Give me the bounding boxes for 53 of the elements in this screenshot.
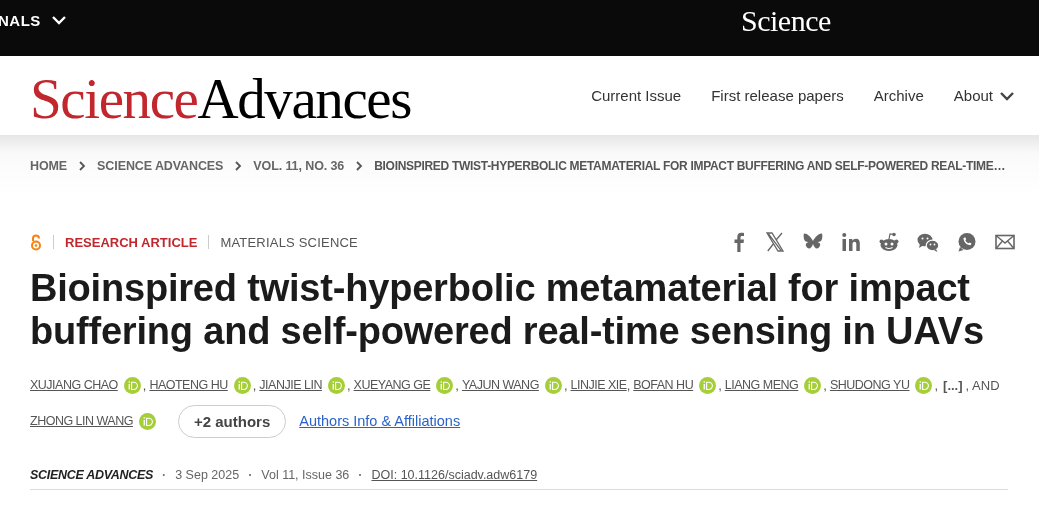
author-link[interactable]: JIANJIE LIN [259,378,322,392]
more-authors-button[interactable]: +2 authors [177,404,287,438]
nav-link[interactable]: About [953,87,993,104]
comma-separator: , [142,377,147,393]
author-link[interactable]: BOFAN HU [633,378,694,392]
issue-info: Vol 11, Issue 36 [261,468,350,482]
chevron-right-icon [77,160,88,172]
author-link[interactable]: ZHONG LIN WANG [30,414,133,428]
breadcrumb-link[interactable]: BIOINSPIRED TWIST-HYPERBOLIC METAMATERIAL FOR IMPACT BUFFERING AND SELF-POWERED REAL-TIME… [374,159,1006,173]
article-title: Bioinspired twist-hyperbolic metamaterial for impact buffering and self-powered real-time sensing in UAVs [30,267,985,353]
comma-separator: , [563,377,568,393]
author-link[interactable]: HAOTENG HU [149,378,228,392]
linkedin-icon[interactable] [841,232,861,252]
comma-separator: , [626,377,631,393]
publication-date: 3 Sep 2025 [175,468,240,482]
separator-dot: · [162,468,167,482]
author-link[interactable]: XUEYANG GE [353,378,431,392]
comma-separator: , [718,377,722,393]
author-link[interactable]: YAJUN WANG [461,378,539,392]
separator-dot: · [248,468,253,482]
article-type: RESEARCH ARTICLE [65,234,198,250]
author-link[interactable]: SHUDONG YU [829,378,910,392]
reddit-icon[interactable] [879,232,899,252]
chevron-down-icon[interactable] [50,13,67,27]
breadcrumb-link[interactable]: VOL. 11, NO. 36 [253,159,345,173]
chevron-right-icon [233,160,244,172]
nav-link[interactable]: First release papers [711,87,844,104]
nav-link[interactable]: Current Issue [591,87,682,104]
wechat-icon[interactable] [917,232,939,252]
comma-separator: , [823,377,827,393]
comma-separator: , [934,377,939,393]
author-link[interactable]: LIANG MENG [724,378,799,392]
brand-logo[interactable]: Science [741,4,831,38]
doi-link[interactable]: DOI: 10.1126/sciadv.adw6179 [371,468,538,482]
comma-separator: , [455,377,459,393]
subject-link[interactable]: MATERIALS SCIENCE [220,234,358,250]
chevron-right-icon [354,160,365,172]
author-link[interactable]: XUJIANG CHAO [30,378,118,392]
comma-separator: , [346,377,351,393]
whatsapp-icon[interactable] [957,232,977,252]
nav-link[interactable]: Archive [873,87,924,104]
and-text: , AND [965,377,1000,393]
comma-separator: , [252,377,257,393]
separator-dot: · [358,468,363,482]
journal-logo[interactable]: ScienceAdvances [30,70,411,127]
x-logo-icon[interactable] [765,232,785,252]
breadcrumb-link[interactable]: HOME [30,159,68,173]
journal-name: SCIENCE ADVANCES [30,468,153,482]
affiliations-link[interactable]: Authors Info & Affiliations [299,413,461,429]
email-icon[interactable] [995,232,1015,252]
breadcrumb-link[interactable]: SCIENCE ADVANCES [97,159,224,173]
author-link[interactable]: LINJIE XIE [570,378,627,392]
expand-authors-link[interactable]: [...] [943,377,963,393]
